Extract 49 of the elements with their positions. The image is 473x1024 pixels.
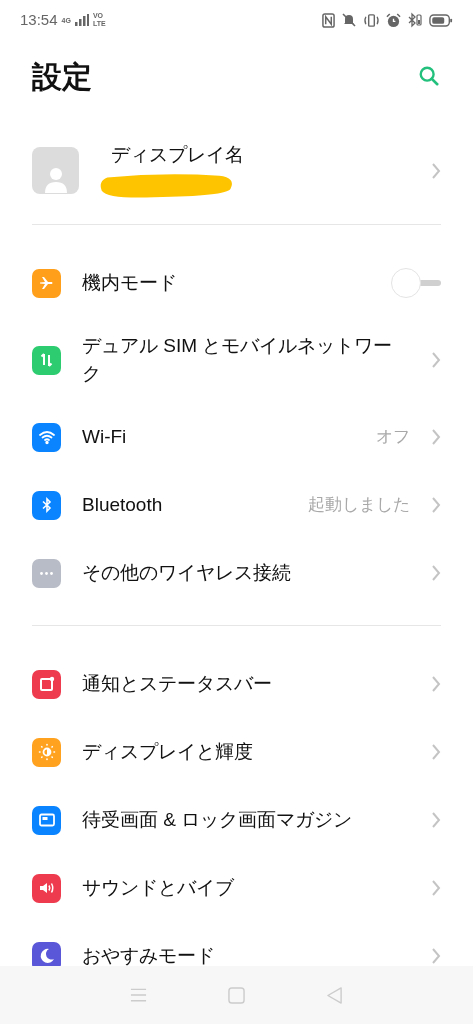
vibrate-icon <box>363 12 380 28</box>
chevron-icon <box>431 564 441 582</box>
chevron-icon <box>431 428 441 446</box>
signal-icon <box>74 14 89 26</box>
page-title: 設定 <box>32 58 92 95</box>
battery-icon <box>429 13 453 27</box>
row-label: 通知とステータスバー <box>82 672 273 696</box>
bluetooth-battery-icon <box>407 12 423 28</box>
row-label: その他のワイヤレス接続 <box>82 561 292 585</box>
settings-row[interactable]: 機内モード <box>32 249 441 317</box>
chevron-icon <box>431 879 441 897</box>
toggle-switch[interactable] <box>391 268 441 298</box>
row-label: 待受画面 & ロック画面マガジン <box>82 808 354 832</box>
settings-row[interactable]: 通知とステータスバー <box>32 650 441 718</box>
settings-row[interactable]: ディスプレイと輝度 <box>32 718 441 786</box>
back-icon[interactable] <box>325 986 343 1004</box>
settings-row[interactable]: その他のワイヤレス接続 <box>32 539 441 607</box>
row-label: Wi-Fi <box>82 425 128 449</box>
alarm-icon <box>386 12 401 28</box>
display-name: ディスプレイ名 <box>110 143 245 168</box>
nfc-icon <box>322 12 335 28</box>
chevron-icon <box>431 351 441 369</box>
row-label: ディスプレイと輝度 <box>82 740 254 764</box>
menu-icon[interactable] <box>130 987 148 1003</box>
settings-row[interactable]: 待受画面 & ロック画面マガジン <box>32 786 441 854</box>
profile-row[interactable]: ディスプレイ名 <box>32 129 441 225</box>
chevron-icon <box>431 947 441 965</box>
settings-row[interactable]: Bluetooth 起動しました <box>32 471 441 539</box>
settings-row[interactable]: デュアル SIM とモバイルネットワーク <box>32 317 441 403</box>
search-button[interactable] <box>417 64 441 88</box>
chevron-icon <box>431 675 441 693</box>
row-label: デュアル SIM とモバイルネットワーク <box>82 334 394 386</box>
row-label: サウンドとバイブ <box>82 876 235 900</box>
settings-row[interactable]: Wi-Fi オフ <box>32 403 441 471</box>
row-label: Bluetooth <box>82 493 164 517</box>
row-label: おやすみモード <box>82 944 216 966</box>
row-value: オフ <box>376 426 410 449</box>
chevron-icon <box>431 161 441 180</box>
settings-row[interactable]: サウンドとバイブ <box>32 854 441 922</box>
status-time: 13:54 <box>20 9 58 30</box>
chevron-icon <box>431 496 441 514</box>
row-label: 機内モード <box>82 271 178 295</box>
dots-icon <box>40 571 53 575</box>
chevron-icon <box>431 811 441 829</box>
search-icon <box>418 65 440 87</box>
muted-bell-icon <box>341 12 357 28</box>
home-icon[interactable] <box>228 986 245 1004</box>
row-value: 起動しました <box>308 494 410 517</box>
chevron-icon <box>431 743 441 761</box>
